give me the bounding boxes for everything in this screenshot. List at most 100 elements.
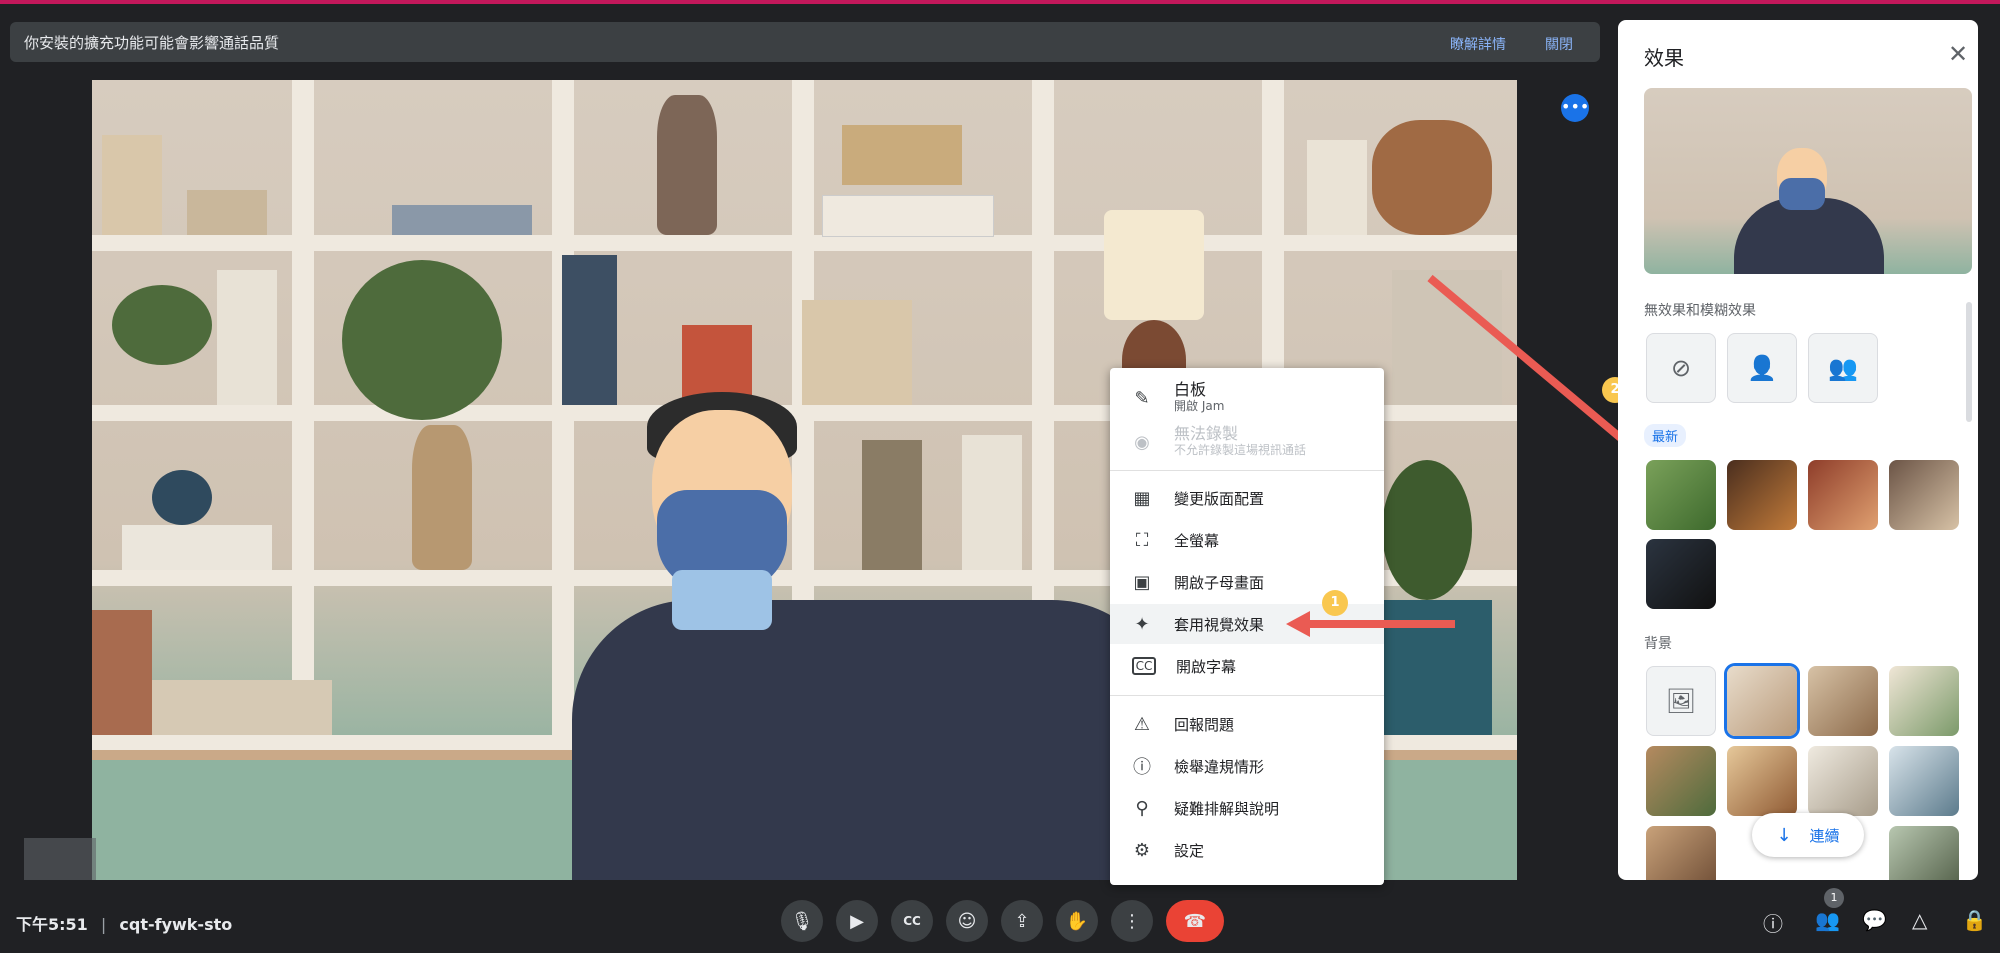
camera-icon: ▶ <box>850 910 864 932</box>
menu-item-change-layout[interactable]: ▦ 變更版面配置 <box>1110 478 1384 518</box>
menu-item-whiteboard[interactable]: ✎ 白板 開啟 Jam <box>1110 376 1384 420</box>
blur-button[interactable]: 👥 <box>1808 333 1878 403</box>
record-icon: ◉ <box>1134 431 1150 453</box>
section-no-effect-blur: 無效果和模糊效果 <box>1644 303 1756 319</box>
menu-item-captions[interactable]: CC 開啟字幕 <box>1110 646 1384 686</box>
top-accent-line <box>0 0 2000 4</box>
more-options-button[interactable]: ⋮ <box>1111 900 1153 942</box>
raise-hand-button[interactable]: ✋ <box>1056 900 1098 942</box>
plant <box>112 285 212 365</box>
slight-blur-button[interactable]: 👤 <box>1727 333 1797 403</box>
books <box>392 205 532 235</box>
books <box>822 195 994 237</box>
menu-item-label: 疑難排解與說明 <box>1174 799 1280 818</box>
people-icon[interactable]: 👥 <box>1815 908 1840 932</box>
background-wood-plant[interactable] <box>1646 746 1716 816</box>
clock-time: 下午5:51 <box>16 915 88 934</box>
menu-item-label: 回報問題 <box>1174 715 1235 734</box>
follow-button[interactable]: ↓ 連續 <box>1752 813 1864 857</box>
blur-icon: 👥 <box>1828 354 1858 382</box>
hand-icon: ✋ <box>1065 910 1089 932</box>
annotation-arrow <box>1300 620 1455 628</box>
upload-background-button[interactable]: 🖼 <box>1646 666 1716 736</box>
pip-icon: ▣ <box>1133 571 1151 593</box>
no-effect-button[interactable]: ⊘ <box>1646 333 1716 403</box>
effect-christmas-room[interactable] <box>1727 460 1797 530</box>
gear-icon: ⚙ <box>1133 839 1151 861</box>
vase <box>412 425 472 570</box>
extension-warning-banner: 你安裝的擴充功能可能會影響通話品質 瞭解詳情 關閉 <box>10 22 1600 62</box>
self-view-thumbnail[interactable] <box>24 838 96 880</box>
video-options-icon[interactable]: ••• <box>1561 94 1589 122</box>
slight-blur-icon: 👤 <box>1747 354 1777 382</box>
pencil-icon: ✎ <box>1134 387 1150 409</box>
background-garden[interactable] <box>1889 826 1959 880</box>
basket <box>842 125 962 185</box>
background-kitchen[interactable] <box>1646 826 1716 880</box>
host-controls-icon[interactable]: 🔒 <box>1962 908 1987 932</box>
panel-title: 效果 <box>1644 46 1684 70</box>
close-icon[interactable]: ✕ <box>1948 40 1968 68</box>
activities-icon[interactable]: △ <box>1912 908 1927 932</box>
effect-hat[interactable] <box>1646 539 1716 609</box>
meeting-info: 下午5:51 | cqt-fywk-sto <box>16 911 232 935</box>
more-vert-icon: ⋮ <box>1123 910 1141 932</box>
emoji-icon: ☺ <box>957 910 977 932</box>
captions-icon: CC <box>903 914 921 928</box>
menu-item-label: 開啟字幕 <box>1176 657 1237 676</box>
reactions-button[interactable]: ☺ <box>946 900 988 942</box>
menu-item-report-abuse[interactable]: ⓘ 檢舉違規情形 <box>1110 746 1384 786</box>
follow-button-label: 連續 <box>1809 826 1840 845</box>
menu-item-sublabel: 不允許錄製這場視訊通話 <box>1174 443 1307 457</box>
books <box>1307 140 1367 235</box>
annotation-badge-1: 1 <box>1322 590 1348 616</box>
present-button[interactable]: ⇪ <box>1001 900 1043 942</box>
books <box>802 300 912 405</box>
troubleshoot-icon: ⚲ <box>1135 797 1149 819</box>
background-office[interactable] <box>1889 746 1959 816</box>
banner-close-button[interactable]: 關閉 <box>1545 34 1573 54</box>
menu-item-troubleshooting[interactable]: ⚲ 疑難排解與說明 <box>1110 788 1384 828</box>
layout-icon: ▦ <box>1133 487 1151 509</box>
no-effect-icon: ⊘ <box>1670 354 1692 382</box>
books <box>122 525 272 570</box>
menu-item-fullscreen[interactable]: ⛶ 全螢幕 <box>1110 520 1384 560</box>
background-warm-room[interactable] <box>1727 746 1797 816</box>
effect-fireplace-room[interactable] <box>1808 460 1878 530</box>
menu-item-settings[interactable]: ⚙ 設定 <box>1110 830 1384 870</box>
panel-scrollbar[interactable] <box>1966 302 1972 422</box>
add-image-icon: 🖼 <box>1665 687 1697 715</box>
effect-living-room[interactable] <box>1889 460 1959 530</box>
vase <box>657 95 717 235</box>
meeting-code: cqt-fywk-sto <box>119 915 233 934</box>
menu-item-label: 檢舉違規情形 <box>1174 757 1265 776</box>
vase <box>152 470 212 525</box>
effect-santa-hat[interactable] <box>1646 460 1716 530</box>
menu-item-label: 開啟子母畫面 <box>1174 573 1265 592</box>
chat-icon[interactable]: 💬 <box>1862 908 1887 932</box>
plant <box>1382 460 1472 600</box>
camera-button[interactable]: ▶ <box>836 900 878 942</box>
menu-item-report-problem[interactable]: ⚠ 回報問題 <box>1110 704 1384 744</box>
shelf-board <box>92 235 1517 251</box>
cc-icon: CC <box>1132 657 1156 675</box>
background-bookshelf[interactable] <box>1727 666 1797 736</box>
lamp-shade <box>1104 210 1204 320</box>
background-wood-room[interactable] <box>1808 666 1878 736</box>
meeting-details-icon[interactable]: ⓘ <box>1763 908 1783 937</box>
books <box>102 135 162 235</box>
menu-item-record-disabled: ◉ 無法錄製 不允許錄製這場視訊通話 <box>1110 420 1384 464</box>
person-body <box>572 600 1172 880</box>
background-plant-room[interactable] <box>1889 666 1959 736</box>
sparkle-icon: ✦ <box>1134 613 1150 635</box>
jug <box>862 440 922 570</box>
learn-more-link[interactable]: 瞭解詳情 <box>1450 34 1506 54</box>
preview-mask <box>1779 178 1825 210</box>
end-call-button[interactable]: ☎ <box>1166 900 1224 942</box>
background-light-room[interactable] <box>1808 746 1878 816</box>
captions-button[interactable]: CC <box>891 900 933 942</box>
fullscreen-icon: ⛶ <box>1135 529 1149 551</box>
participants-count-badge: 1 <box>1824 888 1844 908</box>
books <box>152 680 332 735</box>
microphone-button[interactable]: 🎙 <box>781 900 823 942</box>
